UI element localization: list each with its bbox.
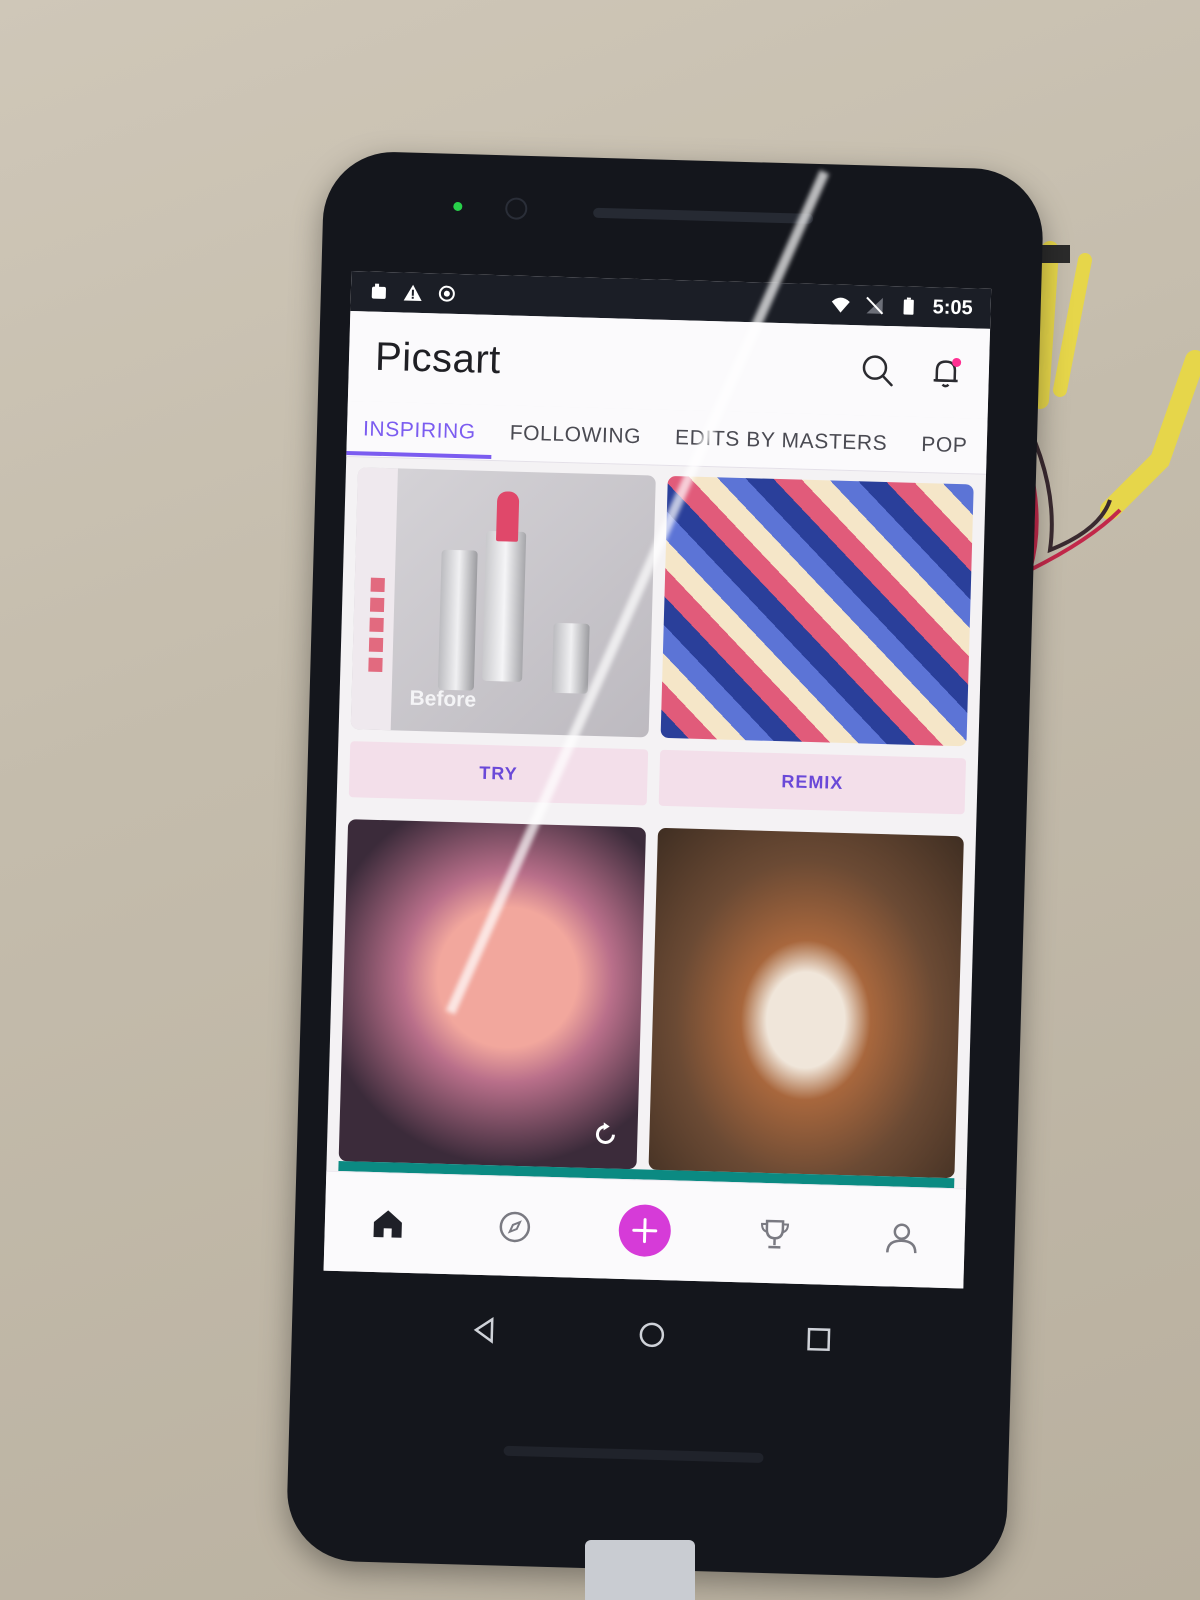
warning-icon (403, 284, 422, 301)
phone-screen: 5:05 Picsart INSPIRING FOLLOWING EDITS B… (323, 271, 992, 1289)
plus-icon (632, 1218, 658, 1244)
home-icon (373, 1210, 403, 1238)
notification-icon (371, 283, 386, 299)
nav-home[interactable] (365, 1201, 410, 1246)
nav-explore[interactable] (492, 1204, 537, 1249)
tab-inspiring[interactable]: INSPIRING (362, 403, 476, 458)
color-swatch-panel (350, 467, 398, 731)
search-button[interactable] (860, 353, 895, 388)
earpiece-speaker (593, 207, 814, 224)
feed-card-lipstick[interactable]: Before (350, 467, 656, 738)
replay-icon[interactable] (591, 1120, 620, 1149)
explore-icon (499, 1211, 530, 1243)
no-sim-icon (866, 296, 884, 315)
feed-card-framed-portrait[interactable] (648, 827, 964, 1179)
system-navigation-bar (291, 1280, 1013, 1390)
feed-card-portrait[interactable] (338, 819, 647, 1170)
search-icon (862, 355, 893, 387)
record-icon (438, 285, 455, 302)
trophy-icon (761, 1219, 790, 1249)
wifi-icon (831, 297, 850, 313)
try-button[interactable]: TRY (348, 741, 649, 806)
app-logo: Picsart (374, 334, 502, 382)
lipstick-tip-image (495, 491, 520, 542)
lipstick-base-image (551, 622, 590, 694)
nav-profile[interactable] (879, 1215, 924, 1260)
lipstick-cap-image (437, 549, 478, 691)
usb-connector (585, 1540, 695, 1600)
notifications-button[interactable] (928, 355, 963, 390)
profile-icon (885, 1223, 917, 1254)
bottom-navigation (323, 1170, 967, 1289)
back-icon[interactable] (470, 1315, 501, 1346)
inspiring-feed: Before TRY REMIX (327, 459, 986, 1191)
lipstick-image (482, 530, 527, 682)
bottom-speaker (503, 1445, 764, 1463)
tab-following[interactable]: FOLLOWING (509, 407, 642, 463)
status-time: 5:05 (932, 295, 973, 319)
nav-challenges[interactable] (752, 1212, 797, 1257)
recents-icon[interactable] (803, 1324, 834, 1355)
notification-led (453, 201, 463, 212)
before-label: Before (409, 686, 477, 712)
remix-button[interactable]: REMIX (658, 749, 967, 815)
tab-pop[interactable]: POP (921, 419, 969, 472)
battery-icon (903, 297, 914, 315)
front-camera (504, 197, 528, 220)
feed-card-collage[interactable] (660, 475, 974, 747)
home-circle-icon[interactable] (636, 1319, 667, 1350)
create-button[interactable] (618, 1203, 672, 1258)
phone-device: 5:05 Picsart INSPIRING FOLLOWING EDITS B… (285, 150, 1045, 1580)
